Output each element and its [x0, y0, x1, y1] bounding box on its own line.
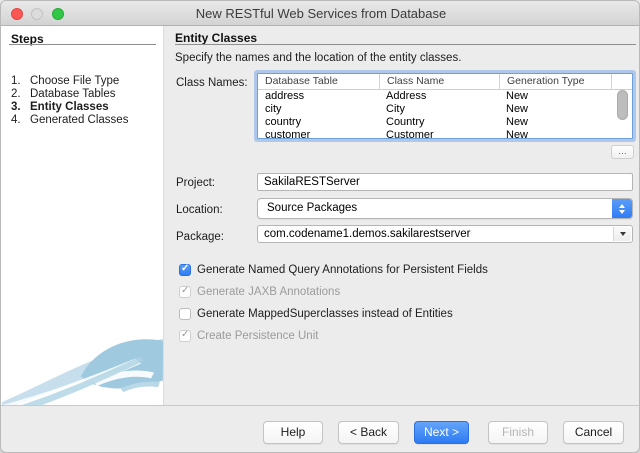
combo-dropdown-button[interactable] [613, 227, 631, 241]
step-number: 3. [11, 101, 21, 113]
project-field[interactable]: SakilaRESTServer [257, 173, 633, 191]
titlebar: New RESTful Web Services from Database [1, 1, 639, 26]
wizard-dialog: New RESTful Web Services from Database S… [0, 0, 640, 453]
checkbox-icon [179, 285, 191, 298]
location-select[interactable]: Source Packages [257, 198, 633, 219]
step-number: 2. [11, 88, 21, 100]
swoosh-watermark-graphic [2, 338, 163, 405]
checkbox-icon[interactable] [179, 308, 191, 320]
heading-divider [175, 44, 636, 45]
steps-divider [9, 44, 156, 45]
steps-sidebar: Steps 1. Choose File Type 2. Database Ta… [1, 26, 164, 405]
cell-generation-type: New [506, 129, 529, 139]
step-generated-classes: 4. Generated Classes [11, 114, 161, 127]
cell-generation-type: New [506, 90, 529, 102]
page-description: Specify the names and the location of th… [175, 52, 462, 64]
step-label: Generated Classes [30, 114, 129, 126]
back-button[interactable]: < Back [338, 421, 399, 444]
location-selected-value: Source Packages [267, 202, 358, 214]
table-row[interactable]: city City New [258, 103, 632, 116]
checkbox-named-query-annotations[interactable]: Generate Named Query Annotations for Per… [179, 263, 488, 277]
step-label: Entity Classes [30, 101, 109, 113]
more-options-button[interactable]: … [611, 145, 634, 159]
checkbox-label: Generate JAXB Annotations [197, 286, 341, 298]
step-database-tables: 2. Database Tables [11, 88, 161, 101]
cancel-button[interactable]: Cancel [563, 421, 624, 444]
finish-button: Finish [488, 421, 548, 444]
cell-class-name: Country [386, 116, 425, 128]
stepper-arrows-icon[interactable] [612, 199, 632, 218]
checkbox-mapped-superclasses[interactable]: Generate MappedSuperclasses instead of E… [179, 307, 453, 321]
step-entity-classes: 3. Entity Classes [11, 101, 161, 114]
table-header-row: Database Table Class Name Generation Typ… [258, 74, 632, 90]
location-label: Location: [176, 204, 223, 216]
table-row[interactable]: customer Customer New [258, 129, 632, 139]
step-label: Choose File Type [30, 75, 120, 87]
step-number: 1. [11, 75, 21, 87]
class-names-table[interactable]: Database Table Class Name Generation Typ… [257, 73, 633, 139]
page-title: Entity Classes [175, 31, 258, 45]
class-names-label: Class Names: [176, 77, 248, 89]
checkbox-icon [179, 329, 191, 342]
window-title: New RESTful Web Services from Database [195, 6, 447, 21]
column-header-database-table[interactable]: Database Table [258, 74, 379, 89]
checkbox-label: Create Persistence Unit [197, 330, 319, 342]
checkbox-icon[interactable] [179, 263, 191, 276]
cell-database-table: city [265, 103, 282, 115]
column-header-generation-type[interactable]: Generation Type [499, 74, 611, 89]
cell-database-table: customer [265, 129, 311, 139]
table-scrollbar-thumb[interactable] [617, 90, 628, 120]
cell-generation-type: New [506, 116, 529, 128]
dropdown-arrow-icon [619, 232, 626, 236]
checkbox-label: Generate MappedSuperclasses instead of E… [197, 308, 453, 320]
cell-generation-type: New [506, 103, 529, 115]
help-button[interactable]: Help [263, 421, 323, 444]
column-header-scrollbar-gutter [611, 74, 632, 89]
column-header-class-name[interactable]: Class Name [379, 74, 499, 89]
chevron-down-icon [619, 209, 625, 214]
chevron-up-icon [619, 203, 625, 208]
step-label: Database Tables [30, 88, 116, 100]
checkbox-label: Generate Named Query Annotations for Per… [197, 264, 488, 276]
step-choose-file-type: 1. Choose File Type [11, 75, 161, 88]
project-label: Project: [176, 177, 215, 189]
package-label: Package: [176, 231, 224, 243]
cell-class-name: City [386, 103, 405, 115]
package-value: com.codename1.demos.sakilarestserver [264, 228, 471, 240]
cell-database-table: address [265, 90, 305, 102]
package-combobox[interactable]: com.codename1.demos.sakilarestserver [257, 225, 633, 243]
table-row[interactable]: address Address New [258, 90, 632, 103]
step-number: 4. [11, 114, 21, 126]
cell-class-name: Address [386, 90, 427, 102]
checkbox-jaxb-annotations: Generate JAXB Annotations [179, 285, 340, 299]
next-button[interactable]: Next > [414, 421, 469, 444]
footer-divider [1, 405, 639, 406]
table-row[interactable]: country Country New [258, 116, 632, 129]
checkbox-create-persistence-unit: Create Persistence Unit [179, 329, 318, 343]
cell-class-name: Customer [386, 129, 434, 139]
cell-database-table: country [265, 116, 302, 128]
